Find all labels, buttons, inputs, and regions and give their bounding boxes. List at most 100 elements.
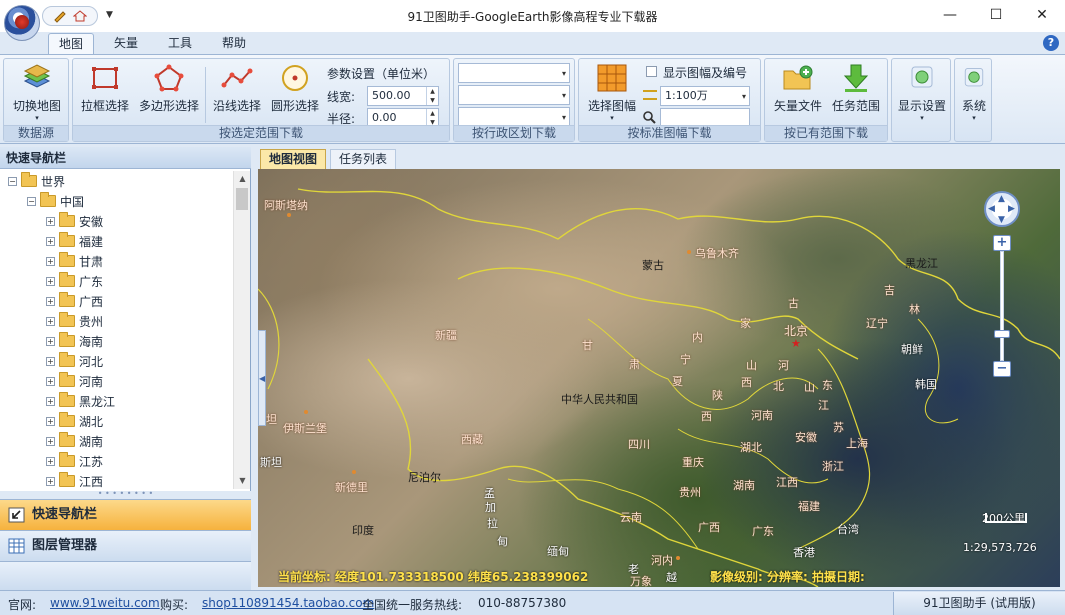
line-width-spinner[interactable]: ▲ ▼ bbox=[426, 87, 438, 105]
tab-help[interactable]: 帮助 bbox=[212, 33, 256, 54]
task-range-button[interactable]: 任务范围 bbox=[827, 63, 885, 114]
tree-node-province[interactable]: + 黑龙江 bbox=[46, 391, 115, 411]
county-combo[interactable]: ▾ bbox=[458, 107, 570, 127]
vector-file-button[interactable]: 矢量文件 bbox=[769, 63, 827, 114]
map-label-hubei: 湖北 bbox=[740, 441, 762, 454]
expand-icon[interactable]: + bbox=[46, 216, 55, 226]
tab-vector[interactable]: 矢量 bbox=[104, 33, 148, 54]
tree-node-province[interactable]: + 福建 bbox=[46, 231, 103, 251]
ribbon-tabs: 地图 矢量 工具 帮助 ? bbox=[0, 32, 1065, 54]
map-canvas[interactable]: 阿斯塔纳 乌鲁木齐 蒙古 黑龙江 吉 林 辽宁 古 家 北京 ★ 新疆 甘 内 … bbox=[258, 169, 1060, 587]
close-button[interactable]: ✕ bbox=[1019, 0, 1065, 30]
select-sheet-button[interactable]: 选择图幅 ▾ bbox=[583, 63, 641, 122]
group-label-datasource: 数据源 bbox=[4, 125, 68, 141]
scale-ratio: 1:29,573,726 bbox=[963, 541, 1037, 554]
expand-icon[interactable]: + bbox=[46, 436, 55, 446]
box-select-button[interactable]: 拉框选择 bbox=[77, 63, 133, 114]
tree-label: 世界 bbox=[41, 174, 66, 189]
polygon-select-button[interactable]: 多边形选择 bbox=[135, 63, 203, 114]
collapse-left-panel-handle[interactable]: ◀ bbox=[258, 330, 266, 426]
system-button[interactable]: 系统 ▾ bbox=[957, 63, 991, 122]
panel-splitter[interactable]: • • • • • • • • bbox=[0, 490, 251, 499]
map-label-jia: 家 bbox=[740, 317, 751, 330]
collapse-icon[interactable]: − bbox=[8, 176, 17, 186]
expand-icon[interactable]: + bbox=[46, 336, 55, 346]
maximize-button[interactable]: ☐ bbox=[973, 0, 1019, 30]
expand-icon[interactable]: + bbox=[46, 276, 55, 286]
map-label-india: 印度 bbox=[352, 524, 374, 537]
tree-label: 湖南 bbox=[79, 434, 104, 449]
ribbon: 切换地图 ▾ 数据源 拉框选择 多边形选择 沿线选择 圆形选择 参数设置（单位米… bbox=[0, 54, 1065, 144]
help-icon[interactable]: ? bbox=[1043, 35, 1059, 51]
tab-tools[interactable]: 工具 bbox=[158, 33, 202, 54]
tree-node-province[interactable]: + 河南 bbox=[46, 371, 103, 391]
chevron-down-icon: ▾ bbox=[35, 114, 39, 122]
tree-node-province[interactable]: + 海南 bbox=[46, 331, 103, 351]
tab-task-list[interactable]: 任务列表 bbox=[330, 149, 397, 169]
expand-icon[interactable]: + bbox=[46, 476, 55, 486]
scroll-up-icon[interactable]: ▲ bbox=[234, 171, 251, 187]
expand-icon[interactable]: + bbox=[46, 236, 55, 246]
expand-icon[interactable]: + bbox=[46, 256, 55, 266]
layer-manager-button[interactable]: 图层管理器 bbox=[0, 530, 251, 561]
tree-node-china[interactable]: − 中国 bbox=[27, 191, 84, 211]
shop-link[interactable]: shop110891454.taobao.com bbox=[202, 596, 374, 610]
map-label-bei: 北 bbox=[773, 380, 784, 393]
region-tree[interactable]: − 世界 − 中国 + 安徽 + 福建 + 甘肃 + 广东 + 广西 + 贵州 + 海南 + 河北 + 河南 + 黑龙… bbox=[0, 171, 233, 489]
pan-left-icon[interactable]: ◀ bbox=[988, 204, 995, 214]
scroll-down-icon[interactable]: ▼ bbox=[234, 473, 251, 489]
expand-icon[interactable]: + bbox=[46, 316, 55, 326]
map-edge bbox=[1060, 169, 1065, 587]
tree-node-province[interactable]: + 贵州 bbox=[46, 311, 103, 331]
scroll-thumb[interactable] bbox=[236, 188, 248, 210]
tree-node-province[interactable]: + 广东 bbox=[46, 271, 103, 291]
expand-icon[interactable]: + bbox=[46, 456, 55, 466]
zoom-out-button[interactable]: − bbox=[993, 361, 1011, 377]
map-label-hongkong: 香港 bbox=[793, 546, 815, 559]
circle-select-button[interactable]: 圆形选择 bbox=[267, 63, 323, 114]
tree-node-province[interactable]: + 甘肃 bbox=[46, 251, 103, 271]
pan-down-icon[interactable]: ▼ bbox=[998, 215, 1005, 225]
province-combo[interactable]: ▾ bbox=[458, 63, 570, 83]
expand-icon[interactable]: + bbox=[46, 416, 55, 426]
city-combo[interactable]: ▾ bbox=[458, 85, 570, 105]
website-link[interactable]: www.91weitu.com bbox=[50, 596, 160, 610]
tree-node-province[interactable]: + 江苏 bbox=[46, 451, 103, 471]
display-settings-button[interactable]: 显示设置 ▾ bbox=[894, 63, 950, 122]
tab-map[interactable]: 地图 bbox=[48, 33, 95, 54]
minimize-button[interactable]: — bbox=[927, 0, 973, 30]
app-menu-orb[interactable] bbox=[4, 5, 40, 41]
quick-nav-button[interactable]: 快速导航栏 bbox=[0, 499, 251, 530]
collapse-icon[interactable]: − bbox=[27, 196, 36, 206]
search-icon[interactable] bbox=[642, 110, 657, 125]
tree-node-province[interactable]: + 湖北 bbox=[46, 411, 103, 431]
line-width-input[interactable]: 500.00 ▲ ▼ bbox=[367, 86, 439, 106]
folder-open-icon bbox=[21, 172, 37, 187]
tree-node-province[interactable]: + 安徽 bbox=[46, 211, 103, 231]
tree-node-world[interactable]: − 世界 bbox=[8, 171, 65, 191]
zoom-slider-track[interactable] bbox=[1000, 251, 1004, 361]
tree-node-province[interactable]: + 湖南 bbox=[46, 431, 103, 451]
imagery-info: 影像级别: 分辨率: 拍摄日期: bbox=[710, 570, 865, 584]
pan-right-icon[interactable]: ▶ bbox=[1008, 204, 1015, 214]
pan-control[interactable]: ▲ ▼ ◀ ▶ bbox=[984, 191, 1020, 227]
scale-combo[interactable]: 1:100万 ▾ bbox=[660, 86, 750, 106]
tree-scrollbar[interactable]: ▲ ▼ bbox=[233, 171, 250, 489]
pan-up-icon[interactable]: ▲ bbox=[998, 194, 1005, 204]
zoom-in-button[interactable]: + bbox=[993, 235, 1011, 251]
map-label-tan: 坦 bbox=[266, 413, 277, 426]
tab-map-view[interactable]: 地图视图 bbox=[260, 149, 327, 169]
left-panel: 快速导航栏 − 世界 − 中国 + 安徽 + 福建 + 甘肃 + 广东 + 广西 + 贵州 + 海南 + 河北… bbox=[0, 147, 251, 590]
tree-node-province[interactable]: + 广西 bbox=[46, 291, 103, 311]
line-select-button[interactable]: 沿线选择 bbox=[209, 63, 265, 114]
show-sheet-checkbox[interactable] bbox=[646, 66, 657, 77]
tree-node-province[interactable]: + 江西 bbox=[46, 471, 103, 489]
switch-map-button[interactable]: 切换地图 ▾ bbox=[9, 63, 65, 122]
expand-icon[interactable]: + bbox=[46, 296, 55, 306]
expand-icon[interactable]: + bbox=[46, 376, 55, 386]
expand-icon[interactable]: + bbox=[46, 356, 55, 366]
tree-node-province[interactable]: + 河北 bbox=[46, 351, 103, 371]
expand-icon[interactable]: + bbox=[46, 396, 55, 406]
zoom-slider-thumb[interactable] bbox=[994, 330, 1010, 338]
map-label-guangdong: 广东 bbox=[752, 525, 774, 538]
